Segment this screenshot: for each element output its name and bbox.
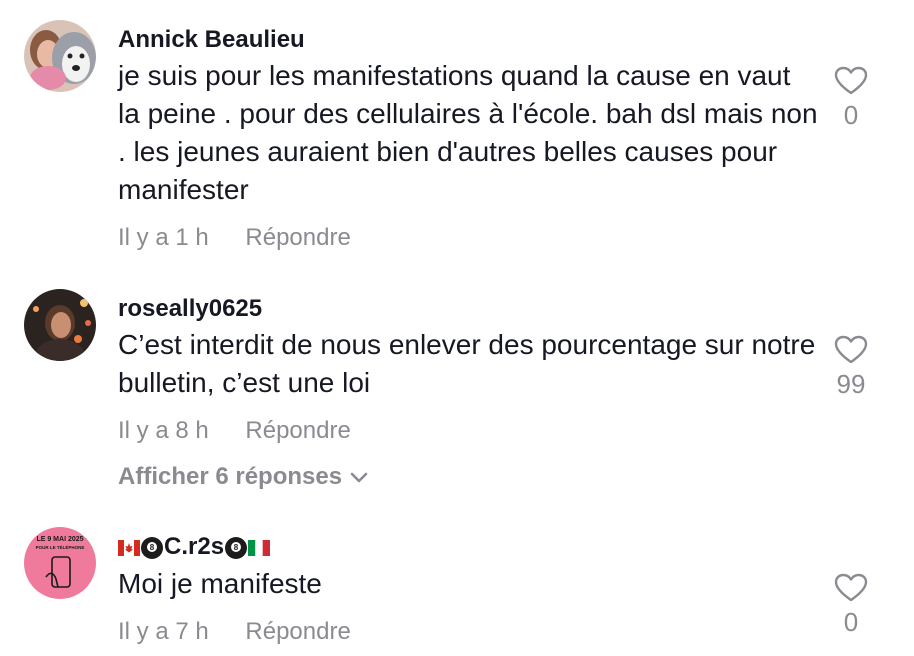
- like-control: 99: [826, 335, 876, 400]
- comment-meta: Il y a 8 h Répondre: [118, 417, 351, 445]
- reply-button[interactable]: Répondre: [245, 417, 350, 445]
- heart-icon[interactable]: [834, 66, 868, 96]
- like-control: 0: [826, 573, 876, 638]
- comment-timestamp: Il y a 7 h: [118, 618, 209, 645]
- reply-button[interactable]: Répondre: [245, 224, 350, 252]
- comment-timestamp: Il y a 1 h: [118, 224, 209, 251]
- comment-text: C’est interdit de nous enlever des pourc…: [118, 329, 816, 398]
- like-control: 0: [826, 66, 876, 131]
- comment-text: Moi je manifeste: [118, 568, 322, 599]
- reply-button[interactable]: Répondre: [245, 618, 350, 646]
- canada-flag-icon: [118, 539, 140, 556]
- comment-timestamp: Il y a 8 h: [118, 417, 209, 444]
- avatar[interactable]: [24, 289, 96, 361]
- heart-icon[interactable]: [834, 573, 868, 603]
- avatar[interactable]: LE 9 MAI 2025 POUR LE TÉLÉPHONE: [24, 527, 96, 599]
- like-count: 99: [836, 369, 866, 399]
- eight-ball-icon: 8: [225, 536, 248, 559]
- svg-text:8: 8: [234, 543, 239, 552]
- chevron-down-icon: [350, 472, 368, 482]
- like-count: 0: [843, 100, 859, 130]
- view-replies-label: Afficher 6 réponses: [118, 463, 343, 490]
- comment-meta: Il y a 7 h Répondre: [118, 618, 351, 646]
- heart-icon[interactable]: [834, 335, 868, 365]
- eight-ball-icon: 8: [141, 536, 163, 559]
- comment-meta: Il y a 1 h Répondre: [118, 224, 351, 252]
- username-text: C.r2s: [164, 533, 225, 560]
- view-replies-button[interactable]: Afficher 6 réponses: [118, 463, 368, 491]
- comment-username[interactable]: Annick Beaulieu: [118, 26, 305, 54]
- italy-flag-icon: [248, 539, 271, 556]
- svg-text:8: 8: [150, 543, 155, 552]
- avatar-caption-subject: POUR LE TÉLÉPHONE: [36, 543, 85, 550]
- like-count: 0: [843, 607, 859, 637]
- comment-text: je suis pour les manifestations quand la…: [118, 60, 818, 205]
- comment-username[interactable]: 8 C.r2s 8: [118, 533, 271, 561]
- avatar[interactable]: [24, 20, 96, 92]
- avatar-caption-date: LE 9 MAI 2025: [36, 536, 83, 543]
- comment-username[interactable]: roseally0625: [118, 295, 262, 323]
